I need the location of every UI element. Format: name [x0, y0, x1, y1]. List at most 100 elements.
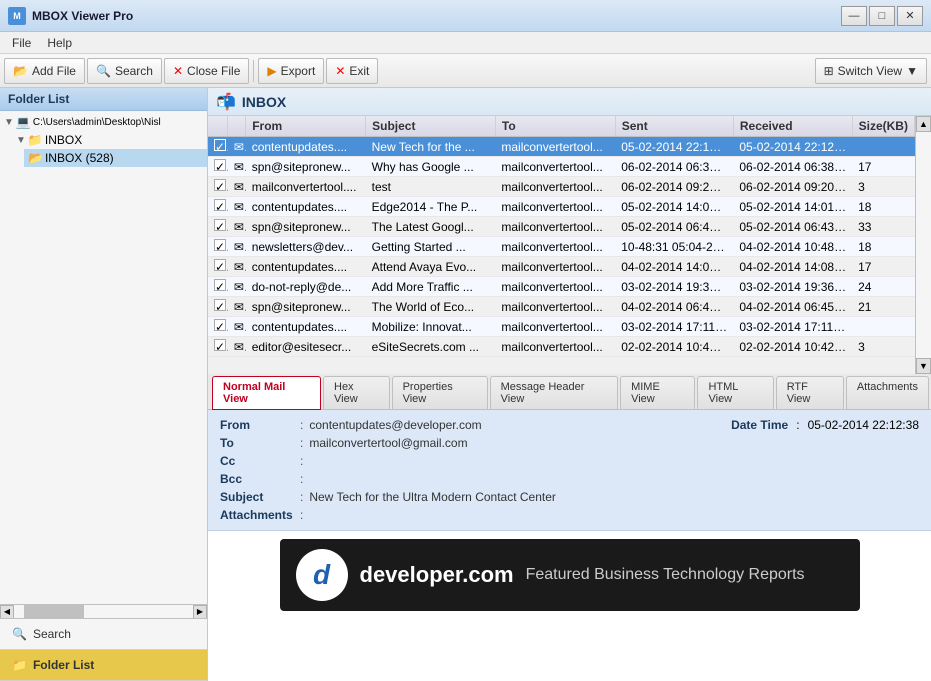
date-time-section: Date Time : 05-02-2014 22:12:38 — [731, 416, 919, 488]
table-row[interactable]: ✓ ✉ editor@esitesecr... eSiteSecrets.com… — [208, 337, 915, 357]
row-sent: 05-02-2014 22:12:38 — [615, 137, 733, 157]
tree-expand-icon: ▼ — [4, 117, 14, 128]
tab-attachments[interactable]: Attachments — [846, 376, 929, 409]
row-checkbox[interactable]: ✓ — [208, 197, 228, 217]
title-bar: M MBOX Viewer Pro — □ ✕ — [0, 0, 931, 32]
row-from: mailconvertertool.... — [246, 177, 366, 197]
row-checkbox[interactable]: ✓ — [208, 277, 228, 297]
from-colon: : — [300, 418, 303, 432]
folder-bottom-icon: 📁 — [12, 658, 27, 672]
row-to: mailconvertertool... — [495, 297, 615, 317]
scroll-down-button[interactable]: ▼ — [916, 358, 931, 374]
row-received: 05-02-2014 14:01:... — [733, 197, 852, 217]
row-checkbox[interactable]: ✓ — [208, 317, 228, 337]
minimize-button[interactable]: — — [841, 6, 867, 26]
close-file-icon: ✕ — [173, 64, 183, 78]
row-checkbox[interactable]: ✓ — [208, 217, 228, 237]
search-button[interactable]: 🔍 Search — [87, 58, 162, 84]
row-from: spn@sitepronew... — [246, 217, 366, 237]
row-subject: eSiteSecrets.com ... — [366, 337, 496, 357]
row-to: mailconvertertool... — [495, 157, 615, 177]
table-row[interactable]: ✓ ✉ contentupdates.... Attend Avaya Evo.… — [208, 257, 915, 277]
export-button[interactable]: ▶ Export — [258, 58, 324, 84]
row-size — [852, 317, 914, 337]
row-checkbox[interactable]: ✓ — [208, 157, 228, 177]
col-header-attach[interactable] — [228, 116, 246, 137]
row-to: mailconvertertool... — [495, 337, 615, 357]
row-size: 3 — [852, 337, 914, 357]
app-icon: M — [8, 7, 26, 25]
folder-list-panel-button[interactable]: 📁 Folder List — [0, 650, 207, 681]
table-row[interactable]: ✓ ✉ contentupdates.... Edge2014 - The P.… — [208, 197, 915, 217]
table-row[interactable]: ✓ ✉ spn@sitepronew... The Latest Googl..… — [208, 217, 915, 237]
tab-rtf-view[interactable]: RTF View — [776, 376, 844, 409]
maximize-button[interactable]: □ — [869, 6, 895, 26]
row-size: 33 — [852, 217, 914, 237]
scroll-right-button[interactable]: ▶ — [193, 605, 207, 619]
horizontal-scrollbar[interactable]: ◀ ▶ — [0, 604, 207, 618]
row-to: mailconvertertool... — [495, 257, 615, 277]
tab-hex-view[interactable]: Hex View — [323, 376, 390, 409]
row-envelope: ✉ — [228, 217, 246, 237]
col-header-received[interactable]: Received — [733, 116, 852, 137]
table-row[interactable]: ✓ ✉ spn@sitepronew... Why has Google ...… — [208, 157, 915, 177]
row-sent: 05-02-2014 14:01:33 — [615, 197, 733, 217]
detail-header: From : contentupdates@developer.com To :… — [208, 410, 931, 531]
row-from: contentupdates.... — [246, 197, 366, 217]
folder-icon: 📁 — [28, 133, 43, 147]
row-from: newsletters@dev... — [246, 237, 366, 257]
email-table-scroll[interactable]: From Subject To Sent Received Size(KB) ✓… — [208, 116, 915, 374]
row-checkbox[interactable]: ✓ — [208, 257, 228, 277]
menu-file[interactable]: File — [4, 34, 39, 52]
left-panel: Folder List ▼ 💻 C:\Users\admin\Desktop\N… — [0, 88, 208, 681]
tab-properties-view[interactable]: Properties View — [392, 376, 488, 409]
row-checkbox[interactable]: ✓ — [208, 137, 228, 157]
tab-mime-view[interactable]: MIME View — [620, 376, 695, 409]
col-header-check[interactable] — [208, 116, 228, 137]
row-checkbox[interactable]: ✓ — [208, 297, 228, 317]
tree-item-inbox-parent[interactable]: ▼ 📁 INBOX — [12, 131, 207, 149]
title-controls: — □ ✕ — [841, 6, 923, 26]
table-row[interactable]: ✓ ✉ contentupdates.... Mobilize: Innovat… — [208, 317, 915, 337]
table-row[interactable]: ✓ ✉ newsletters@dev... Getting Started .… — [208, 237, 915, 257]
table-row[interactable]: ✓ ✉ spn@sitepronew... The World of Eco..… — [208, 297, 915, 317]
detail-date-row: From : contentupdates@developer.com To :… — [220, 416, 919, 488]
row-from: contentupdates.... — [246, 317, 366, 337]
scroll-up-button[interactable]: ▲ — [916, 116, 931, 132]
row-checkbox[interactable]: ✓ — [208, 237, 228, 257]
left-bottom-panel: 🔍 Search 📁 Folder List — [0, 618, 207, 681]
row-subject: Mobilize: Innovat... — [366, 317, 496, 337]
scroll-thumb[interactable] — [24, 605, 84, 618]
tabs-container: Normal Mail ViewHex ViewProperties ViewM… — [208, 374, 931, 410]
col-header-sent[interactable]: Sent — [615, 116, 733, 137]
tab-normal-mail-view[interactable]: Normal Mail View — [212, 376, 321, 410]
email-table-scrollbar[interactable]: ▲ ▼ — [915, 116, 931, 374]
tab-html-view[interactable]: HTML View — [697, 376, 773, 409]
close-file-button[interactable]: ✕ Close File — [164, 58, 249, 84]
table-row[interactable]: ✓ ✉ do-not-reply@de... Add More Traffic … — [208, 277, 915, 297]
row-sent: 05-02-2014 06:43:44 — [615, 217, 733, 237]
tree-item-root[interactable]: ▼ 💻 C:\Users\admin\Desktop\Nisl — [0, 113, 207, 131]
tab-message-header-view[interactable]: Message Header View — [490, 376, 618, 409]
search-panel-button[interactable]: 🔍 Search — [0, 619, 207, 650]
exit-button[interactable]: ✕ Exit — [326, 58, 378, 84]
table-row[interactable]: ✓ ✉ contentupdates.... New Tech for the … — [208, 137, 915, 157]
close-button[interactable]: ✕ — [897, 6, 923, 26]
col-header-size[interactable]: Size(KB) — [852, 116, 914, 137]
table-row[interactable]: ✓ ✉ mailconvertertool.... test mailconve… — [208, 177, 915, 197]
bcc-colon: : — [300, 472, 303, 486]
row-checkbox[interactable]: ✓ — [208, 177, 228, 197]
scroll-left-button[interactable]: ◀ — [0, 605, 14, 619]
inbox-title: INBOX — [242, 94, 286, 110]
col-header-to[interactable]: To — [495, 116, 615, 137]
switch-view-button[interactable]: ⊞ Switch View ▼ — [815, 58, 927, 84]
col-header-from[interactable]: From — [246, 116, 366, 137]
row-received: 04-02-2014 06:45:... — [733, 297, 852, 317]
add-file-button[interactable]: 📂 Add File — [4, 58, 85, 84]
envelope-icon: ✉ — [234, 220, 246, 234]
tree-item-inbox[interactable]: 📂 INBOX (528) — [24, 149, 207, 167]
menu-help[interactable]: Help — [39, 34, 80, 52]
row-envelope: ✉ — [228, 237, 246, 257]
row-checkbox[interactable]: ✓ — [208, 337, 228, 357]
col-header-subject[interactable]: Subject — [366, 116, 496, 137]
